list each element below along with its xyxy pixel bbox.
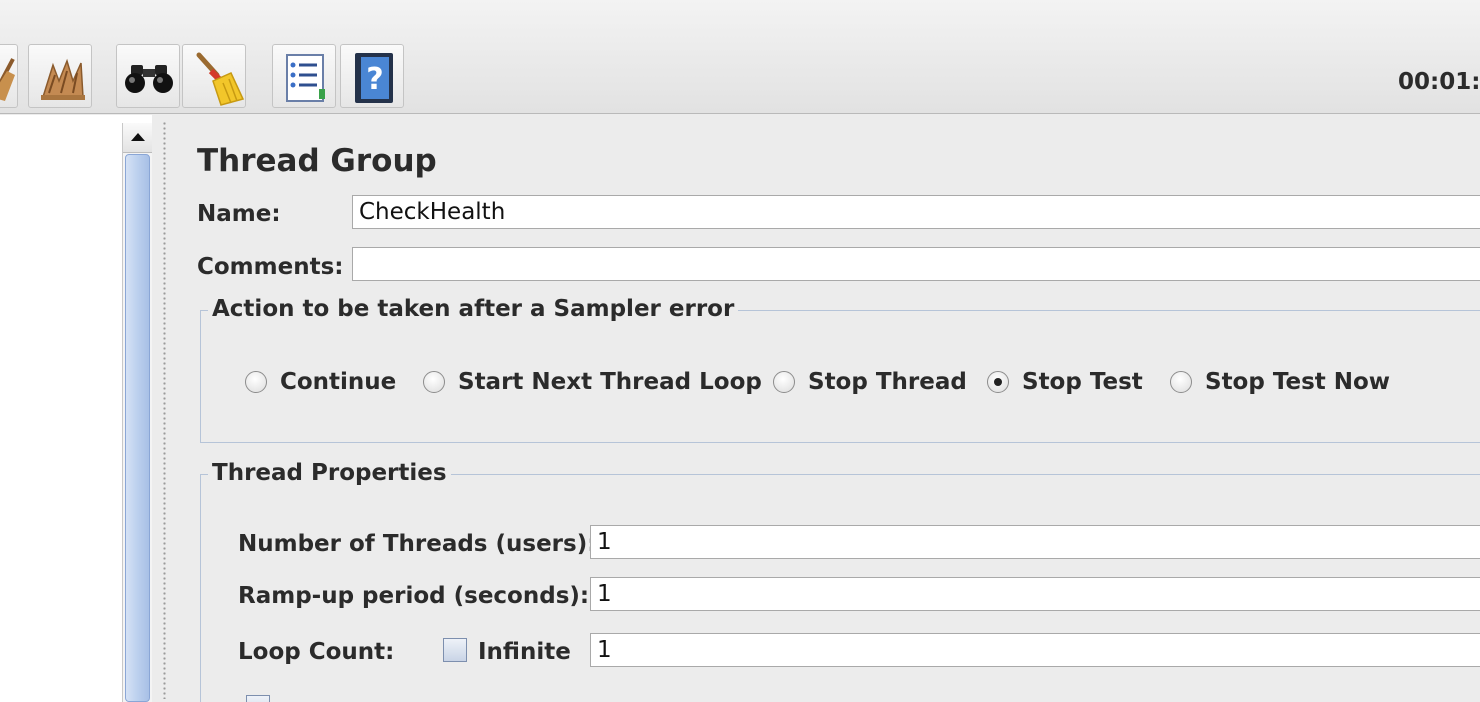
svg-text:?: ? [366,62,383,97]
radio-continue[interactable]: Continue [245,369,396,395]
clear-tree-button[interactable] [182,44,246,108]
comments-field[interactable] [352,247,1480,281]
comments-label: Comments: [197,254,344,280]
radio-label: Continue [280,369,397,395]
rampup-field[interactable] [590,577,1480,611]
name-label: Name: [197,201,281,227]
thread-properties-legend: Thread Properties [208,460,451,486]
radio-button[interactable] [1170,371,1192,393]
search-button[interactable] [116,44,180,108]
search-icon [125,65,173,93]
elapsed-timer: 00:01:3 [1398,69,1480,95]
radio-stop-thread[interactable]: Stop Thread [773,369,967,395]
radio-button[interactable] [423,371,445,393]
broom-partial-icon [0,58,15,101]
page-title: Thread Group [197,143,437,179]
infinite-label: Infinite [478,639,571,665]
rampup-label: Ramp-up period (seconds): [238,583,590,609]
scroll-thumb[interactable] [125,154,150,702]
scroll-up-button[interactable] [123,123,152,153]
sampler-error-legend: Action to be taken after a Sampler error [208,296,739,322]
help-button[interactable]: ? [340,44,404,108]
loop-count-label: Loop Count: [238,639,395,665]
tree-scrollbar[interactable] [122,123,152,702]
threads-label: Number of Threads (users): [238,531,597,557]
radio-label: Stop Thread [808,369,967,395]
drag-handle-icon [162,121,167,699]
clear-icon [196,52,245,106]
radio-button-selected[interactable] [987,371,1009,393]
thread-group-panel: Thread Group Name: Comments: Action to b… [176,115,1480,702]
arrow-up-icon [131,133,145,141]
radio-button[interactable] [245,371,267,393]
infinite-checkbox[interactable] [443,638,467,662]
radio-label: Stop Test Now [1205,369,1391,395]
name-field[interactable] [352,195,1480,229]
radio-button[interactable] [773,371,795,393]
same-user-checkbox[interactable] [246,695,270,702]
loop-count-field[interactable] [590,633,1480,667]
radio-label: Stop Test [1022,369,1143,395]
clear-button[interactable] [0,44,18,108]
threads-field[interactable] [590,525,1480,559]
radio-label: Start Next Thread Loop [458,369,762,395]
radio-stop-test[interactable]: Stop Test [987,369,1143,395]
radio-start-next-thread-loop[interactable]: Start Next Thread Loop [423,369,762,395]
function-helper-button[interactable] [272,44,336,108]
toolbar: ? 00:01:3 [0,0,1480,114]
radio-stop-test-now[interactable]: Stop Test Now [1170,369,1390,395]
clear-all-icon [41,58,85,100]
help-icon: ? [355,53,393,103]
function-helper-icon [286,54,325,102]
split-pane-divider[interactable] [153,115,175,702]
clear-all-button[interactable] [28,44,92,108]
